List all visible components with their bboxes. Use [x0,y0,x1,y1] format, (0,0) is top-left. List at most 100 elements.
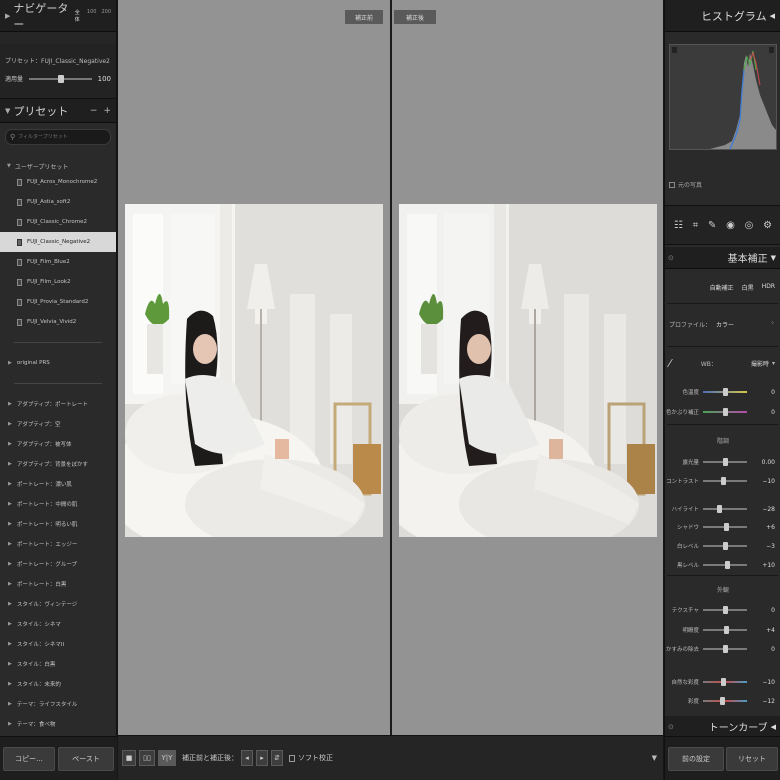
preset-folder-original[interactable]: ▶ original PRS [0,353,116,373]
edit-sliders-icon[interactable]: ☷ [674,220,683,231]
presets-icon[interactable]: ⚙ [763,220,772,231]
preset-folder[interactable]: ▶ スタイル：シネマII [0,634,116,654]
preset-folder[interactable]: ▶ アダプティブ：空 [0,414,116,434]
tone-curve-header[interactable]: ⊙ トーンカーブ ◀ [665,716,780,738]
collapse-triangle-icon[interactable]: ▼ [5,107,10,115]
preset-folder[interactable]: ▶ ポートレート：中間の肌 [0,494,116,514]
before-photo[interactable] [125,204,383,537]
zoom-200-option[interactable]: 200 [101,9,111,23]
expand-triangle-icon[interactable]: ▶ [8,621,12,627]
slider-thumb[interactable] [720,678,726,686]
expand-triangle-icon[interactable]: ▼ [7,163,11,169]
preset-filter-field[interactable]: ⚲ [5,129,111,145]
preset-folder[interactable]: ▶ スタイル：未来的 [0,674,116,694]
after-photo[interactable] [399,204,657,537]
navigator-preview[interactable] [0,32,116,44]
slider-value[interactable]: 0.00 [762,459,780,466]
collapse-triangle-icon[interactable]: ▼ [771,254,776,262]
compare-rr-button[interactable]: ▯▯ [139,750,155,766]
slider-track[interactable] [703,606,747,614]
expand-triangle-icon[interactable]: ▶ [8,501,12,507]
slider-value[interactable]: +6 [766,524,780,531]
slider-value[interactable]: −3 [766,543,780,550]
slider-thumb[interactable] [725,561,731,569]
slider-track[interactable] [703,542,747,550]
preset-folder[interactable]: ▶ スタイル：白黒 [0,654,116,674]
panel-visibility-icon[interactable]: ⊙ [668,254,674,262]
expand-triangle-icon[interactable]: ▶ [8,681,12,687]
eyedropper-icon[interactable]: ⁄ [669,357,671,370]
slider-track[interactable] [703,408,747,416]
preset-filter-input[interactable] [18,134,109,140]
preset-item[interactable]: FUJI_Film_Blue2 [0,252,116,272]
expand-triangle-icon[interactable]: ▶ [8,441,12,447]
amount-slider[interactable] [29,74,92,83]
slider-track[interactable] [703,626,747,634]
compare-divider[interactable] [390,0,392,735]
add-preset-button[interactable]: + [103,106,111,116]
dropdown-icon[interactable]: ▾ [772,360,775,367]
collapse-triangle-icon[interactable]: ◀ [770,12,775,20]
preset-folder[interactable]: ▶ ポートレート：白黒 [0,574,116,594]
loupe-view-button[interactable]: ■ [122,750,136,766]
expand-triangle-icon[interactable]: ▶ [8,521,12,527]
preset-item[interactable]: FUJI_Acros_Monochrome2 [0,172,116,192]
profile-browser-icon[interactable]: ⁘ [770,320,775,329]
healing-icon[interactable]: ✎ [708,220,716,231]
wb-value[interactable]: 撮影時 [751,359,769,368]
auto-button[interactable]: 自動補正 [710,283,734,292]
slider-track[interactable] [703,505,747,513]
preset-item[interactable]: FUJI_Classic_Chrome2 [0,212,116,232]
masking-icon[interactable]: ◉ [726,220,735,231]
slider-value[interactable]: −10 [762,679,780,686]
slider-thumb[interactable] [723,408,728,416]
slider-thumb[interactable] [723,645,728,653]
preset-item[interactable]: FUJI_Velvia_Vivid2 [0,312,116,332]
slider-thumb[interactable] [723,606,728,614]
preset-folder[interactable]: ▶ スタイル：シネマ [0,614,116,634]
slider-thumb[interactable] [723,626,729,634]
preset-folder[interactable]: ▶ テーマ：ライフスタイル [0,694,116,714]
slider-value[interactable]: 0 [771,409,780,416]
preset-item[interactable]: FUJI_Classic_Negative2 [0,232,116,252]
slider-track[interactable] [703,477,747,485]
expand-triangle-icon[interactable]: ▶ [8,701,12,707]
preset-folder[interactable]: ▶ テーマ：食べ物 [0,714,116,734]
hdr-button[interactable]: HDR [762,283,775,292]
slider-track[interactable] [703,458,747,466]
slider-track[interactable] [703,561,747,569]
profile-row[interactable]: プロファイル： カラー ⁘ [669,320,775,329]
expand-triangle-icon[interactable]: ▶ [8,421,12,427]
red-eye-icon[interactable]: ◎ [745,220,754,231]
profile-value[interactable]: カラー [716,320,734,329]
preset-folder[interactable]: ▶ ポートレート：グループ [0,554,116,574]
collapse-triangle-icon[interactable]: ▶ [5,12,10,20]
expand-triangle-icon[interactable]: ▶ [8,461,12,467]
checkbox-icon[interactable] [289,754,295,762]
expand-triangle-icon[interactable]: ▶ [8,481,12,487]
slider-track[interactable] [703,697,747,705]
expand-triangle-icon[interactable]: ▶ [8,581,12,587]
expand-triangle-icon[interactable]: ▶ [8,641,12,647]
zoom-fit-option[interactable]: 全体 [75,9,82,23]
bw-button[interactable]: 白黒 [742,283,754,292]
preset-folder[interactable]: ▶ アダプティブ：ポートレート [0,394,116,414]
panel-visibility-icon[interactable]: ⊙ [668,723,674,731]
slider-track[interactable] [703,678,747,686]
amount-slider-thumb[interactable] [57,74,64,83]
copy-after-to-before-button[interactable]: ▸ [256,750,268,766]
preset-folder[interactable]: ▶ アダプティブ：被写体 [0,434,116,454]
soft-proof-toggle[interactable]: ソフト校正 [289,753,333,763]
expand-triangle-icon[interactable]: ▶ [8,541,12,547]
slider-value[interactable]: −12 [762,698,780,705]
slider-thumb[interactable] [723,388,728,396]
slider-value[interactable]: 0 [771,389,780,396]
slider-value[interactable]: +4 [766,627,780,634]
preset-item[interactable]: FUJI_Film_Look2 [0,272,116,292]
expand-triangle-icon[interactable]: ▶ [8,661,12,667]
copy-before-to-after-button[interactable]: ◂ [241,750,253,766]
basic-panel-header[interactable]: ⊙ 基本補正 ▼ [665,247,780,269]
slider-thumb[interactable] [724,523,730,531]
expand-triangle-icon[interactable]: ▶ [8,601,12,607]
preset-folder[interactable]: ▶ ポートレート：明るい肌 [0,514,116,534]
